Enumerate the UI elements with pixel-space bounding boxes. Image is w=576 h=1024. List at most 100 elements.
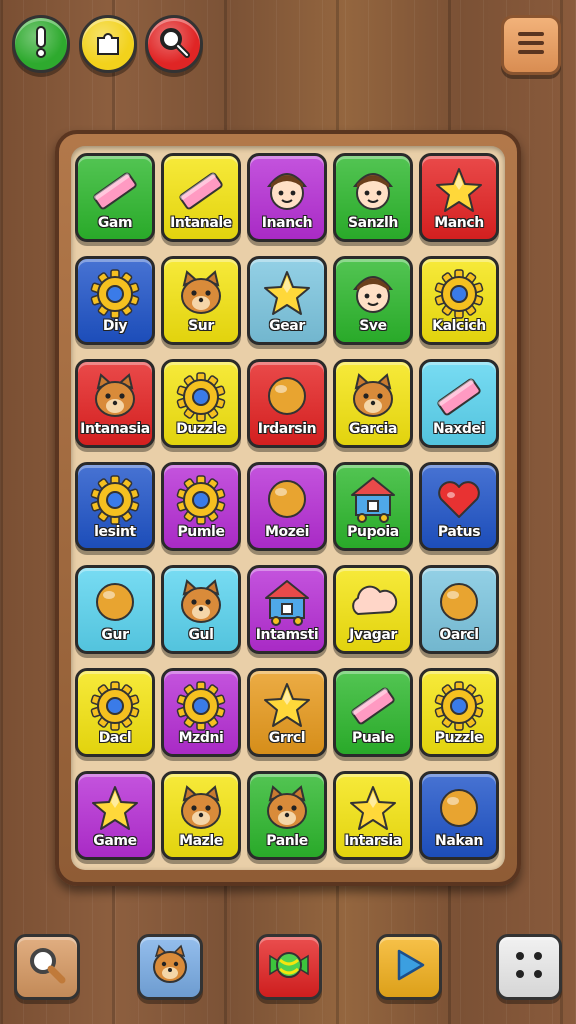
game-tile[interactable]: Oarcl: [419, 565, 499, 654]
gear-icon: [422, 267, 496, 321]
heart-icon: [422, 473, 496, 527]
tile-label: Manch: [434, 215, 484, 231]
game-tile[interactable]: Gam: [75, 153, 155, 242]
game-tile[interactable]: Sve: [333, 256, 413, 345]
animal-icon: [164, 267, 238, 321]
candy-icon: [266, 942, 312, 992]
dice-button[interactable]: [496, 934, 562, 1000]
star-icon: [422, 164, 496, 218]
game-tile[interactable]: Puzzle: [419, 668, 499, 757]
gear-icon: [78, 679, 152, 733]
face-icon: [250, 164, 324, 218]
animal-button[interactable]: [137, 934, 203, 1000]
star-icon: [336, 782, 410, 836]
bar-icon: [78, 164, 152, 218]
alert-button[interactable]: [12, 15, 70, 73]
tile-label: Garcia: [349, 421, 397, 437]
play-icon: [389, 945, 429, 989]
tile-label: Panle: [266, 833, 308, 849]
game-tile[interactable]: Intanale: [161, 153, 241, 242]
tile-label: Game: [93, 833, 137, 849]
tile-label: Irdarsin: [257, 421, 317, 437]
game-tile[interactable]: Grrcl: [247, 668, 327, 757]
star-icon: [78, 782, 152, 836]
game-tile[interactable]: Nakan: [419, 771, 499, 860]
game-tile[interactable]: Irdarsin: [247, 359, 327, 448]
hamburger-menu-icon: [516, 30, 546, 60]
bar-icon: [336, 679, 410, 733]
game-tile[interactable]: Duzzle: [161, 359, 241, 448]
gear-icon: [78, 267, 152, 321]
menu-button[interactable]: [501, 15, 561, 75]
game-tile[interactable]: Naxdei: [419, 359, 499, 448]
tile-label: Sve: [359, 318, 387, 334]
game-tile[interactable]: Intarsia: [333, 771, 413, 860]
game-tile[interactable]: lesint: [75, 462, 155, 551]
ball-icon: [250, 473, 324, 527]
animal-icon: [164, 782, 238, 836]
tile-label: Intanale: [170, 215, 232, 231]
game-tile[interactable]: Panle: [247, 771, 327, 860]
tile-label: Duzzle: [176, 421, 226, 437]
game-tile[interactable]: Kalcich: [419, 256, 499, 345]
game-tile[interactable]: Dacl: [75, 668, 155, 757]
tile-label: Pupoia: [347, 524, 399, 540]
tile-label: Grrcl: [268, 730, 306, 746]
ball-icon: [422, 782, 496, 836]
game-tile[interactable]: Pupoia: [333, 462, 413, 551]
tile-label: Puale: [352, 730, 394, 746]
gear-icon: [164, 473, 238, 527]
game-tile[interactable]: Game: [75, 771, 155, 860]
tile-label: Gur: [101, 627, 129, 643]
search-icon: [157, 25, 191, 63]
tile-label: Gear: [269, 318, 305, 334]
tile-label: Sur: [188, 318, 214, 334]
game-tile[interactable]: Pumle: [161, 462, 241, 551]
tile-label: Mzdni: [178, 730, 224, 746]
game-tile[interactable]: Manch: [419, 153, 499, 242]
tile-label: Nakan: [435, 833, 483, 849]
game-tile[interactable]: Mazle: [161, 771, 241, 860]
game-tile[interactable]: Gur: [75, 565, 155, 654]
ball-icon: [422, 576, 496, 630]
dice-icon: [509, 945, 549, 989]
game-tile[interactable]: Sanzlh: [333, 153, 413, 242]
game-tile[interactable]: Jvagar: [333, 565, 413, 654]
gear-icon: [422, 679, 496, 733]
search-button[interactable]: [145, 15, 203, 73]
tile-grid: Gam Intanale Inanch Sanzlh Manch Diy Sur Gear Sv…: [75, 153, 499, 860]
tile-label: Dacl: [98, 730, 132, 746]
tile-label: Pumle: [177, 524, 225, 540]
game-tile[interactable]: Intamsti: [247, 565, 327, 654]
game-tile[interactable]: Gul: [161, 565, 241, 654]
puzzle-board: Gam Intanale Inanch Sanzlh Manch Diy Sur Gear Sv…: [55, 130, 521, 886]
game-tile[interactable]: Sur: [161, 256, 241, 345]
game-tile[interactable]: Gear: [247, 256, 327, 345]
bar-icon: [164, 164, 238, 218]
game-tile[interactable]: Inanch: [247, 153, 327, 242]
game-tile[interactable]: Intanasia: [75, 359, 155, 448]
magnifier-button[interactable]: [14, 934, 80, 1000]
tile-label: Gam: [97, 215, 133, 231]
game-tile[interactable]: Mozei: [247, 462, 327, 551]
play-button[interactable]: [376, 934, 442, 1000]
tile-label: Intamsti: [255, 627, 319, 643]
game-tile[interactable]: Patus: [419, 462, 499, 551]
puzzle-button[interactable]: [79, 15, 137, 73]
tile-label: lesint: [94, 524, 136, 540]
game-tile[interactable]: Puale: [333, 668, 413, 757]
ball-icon: [250, 370, 324, 424]
game-tile[interactable]: Garcia: [333, 359, 413, 448]
animal-icon: [164, 576, 238, 630]
candy-button[interactable]: [256, 934, 322, 1000]
game-tile[interactable]: Mzdni: [161, 668, 241, 757]
gear-icon: [164, 370, 238, 424]
tile-label: Kalcich: [432, 318, 486, 334]
animal-icon: [250, 782, 324, 836]
tile-label: Oarcl: [439, 627, 479, 643]
animal-icon: [336, 370, 410, 424]
face-icon: [336, 267, 410, 321]
tile-label: Gul: [188, 627, 214, 643]
game-tile[interactable]: Diy: [75, 256, 155, 345]
animal-icon: [78, 370, 152, 424]
